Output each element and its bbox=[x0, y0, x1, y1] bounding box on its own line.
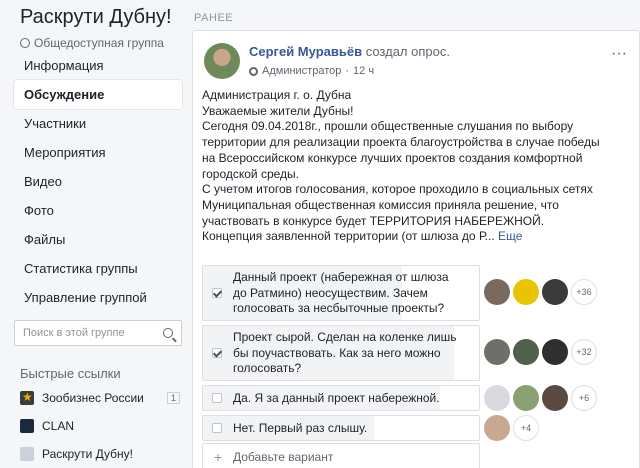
post-line: на Всероссийском конкурсе лучших проекто… bbox=[202, 150, 583, 165]
voter-avatar bbox=[484, 385, 510, 411]
more-voters-count[interactable]: +4 bbox=[513, 415, 539, 441]
poll-option-box[interactable]: Да. Я за данный проект набережной. bbox=[202, 385, 480, 411]
nav-item-videos[interactable]: Видео bbox=[14, 167, 182, 196]
group-search-input[interactable]: Поиск в этой группе bbox=[14, 320, 182, 346]
more-voters-count[interactable]: +36 bbox=[571, 279, 597, 305]
poll-option-text: голосовать? bbox=[233, 361, 302, 375]
voter-avatar bbox=[484, 339, 510, 365]
post-line: Концепция заявленной территории (от шлюз… bbox=[202, 229, 632, 245]
post-line-truncated: Концепция заявленной территории (от шлюз… bbox=[202, 229, 495, 244]
left-sidebar: Раскрути Дубну! Общедоступная группа Инф… bbox=[0, 0, 188, 468]
poll-post: Сергей Муравьёв создал опрос. Администра… bbox=[192, 30, 640, 468]
group-title[interactable]: Раскрути Дубну! bbox=[20, 6, 172, 29]
nav-item-events[interactable]: Мероприятия bbox=[14, 138, 182, 167]
add-poll-option-input[interactable]: + Добавьте вариант bbox=[202, 443, 480, 468]
quick-link-clan[interactable]: CLAN bbox=[20, 416, 180, 436]
nav-item-discussion[interactable]: Обсуждение bbox=[14, 80, 182, 109]
group-avatar-icon bbox=[20, 419, 34, 433]
voter-avatar bbox=[484, 415, 510, 441]
notification-badge: 1 bbox=[166, 392, 180, 404]
nav-item-members[interactable]: Участники bbox=[14, 109, 182, 138]
poll-option-text: Данный проект (набережная от шлюза bbox=[233, 270, 449, 284]
poll-option-label: Да. Я за данный проект набережной. bbox=[233, 391, 440, 407]
poll-option-text: бы поучаствовать. Как за него можно bbox=[233, 345, 441, 360]
group-privacy: Общедоступная группа bbox=[20, 36, 164, 50]
post-line: участвовать в конкурсе будет ТЕРРИТОРИЯ … bbox=[202, 213, 545, 228]
author-name[interactable]: Сергей Муравьёв bbox=[249, 44, 362, 59]
post-time[interactable]: 12 ч bbox=[353, 65, 374, 77]
post-action: создал опрос. bbox=[365, 44, 450, 59]
poll-option-text: Проект сырой. Сделан на коленке лишь bbox=[233, 330, 457, 344]
post-line: Муниципальная общественная комиссия прин… bbox=[202, 197, 559, 212]
voter-avatar bbox=[542, 339, 568, 365]
voter-avatar bbox=[513, 279, 539, 305]
quick-link-zoobiznes[interactable]: ★ Зообизнес России 1 bbox=[20, 388, 180, 408]
poll-option-box[interactable]: Проект сырой. Сделан на коленке лишь бы … bbox=[202, 325, 480, 381]
nav-item-info[interactable]: Информация bbox=[14, 51, 182, 80]
poll-option-text: Да. Я за данный проект набережной. bbox=[233, 391, 440, 405]
voter-avatar bbox=[484, 279, 510, 305]
poll-option-label: Нет. Первый раз слышу. bbox=[233, 421, 367, 437]
voter-avatar bbox=[542, 279, 568, 305]
voter-avatar bbox=[542, 385, 568, 411]
poll-option-text: голосовать за несбыточные проекты? bbox=[233, 301, 445, 315]
post-header: Сергей Муравьёв создал опрос. bbox=[249, 44, 450, 59]
post-line: территории для реализации проекта благоу… bbox=[202, 135, 600, 150]
more-options-icon[interactable]: ··· bbox=[611, 45, 627, 63]
post-line: Уважаемые жители Дубны! bbox=[202, 103, 354, 118]
group-privacy-label: Общедоступная группа bbox=[34, 36, 164, 50]
quick-link-label: Зообизнес России bbox=[42, 391, 144, 405]
nav-item-manage[interactable]: Управление группой bbox=[14, 283, 182, 312]
search-icon[interactable] bbox=[163, 328, 173, 338]
globe-icon bbox=[20, 38, 30, 48]
separator-dot: · bbox=[345, 65, 350, 77]
more-voters-count[interactable]: +32 bbox=[571, 339, 597, 365]
more-voters-count[interactable]: +6 bbox=[571, 385, 597, 411]
nav-item-files[interactable]: Файлы bbox=[14, 225, 182, 254]
author-role: Администратор bbox=[262, 65, 342, 77]
star-icon: ★ bbox=[20, 390, 34, 405]
admin-badge-icon bbox=[249, 66, 258, 76]
post-line: городской среды. bbox=[202, 166, 300, 181]
quick-link-label: Раскрути Дубну! bbox=[42, 447, 133, 461]
feed-section-label: РАНЕЕ bbox=[194, 12, 234, 24]
post-line: Сегодня 09.04.2018г., прошли общественны… bbox=[202, 119, 574, 134]
poll-checkbox[interactable] bbox=[212, 348, 222, 358]
poll-option-box[interactable]: Данный проект (набережная от шлюза до Ра… bbox=[202, 265, 480, 321]
see-more-link[interactable]: Еще bbox=[498, 229, 522, 243]
post-meta: Администратор · 12 ч bbox=[249, 65, 374, 77]
poll-option-label: Данный проект (набережная от шлюза до Ра… bbox=[233, 270, 449, 317]
poll-option-text: до Ратмино) неосуществим. Зачем bbox=[233, 285, 428, 300]
voter-avatar bbox=[513, 385, 539, 411]
plus-icon: + bbox=[213, 449, 223, 465]
poll-option-box[interactable]: Нет. Первый раз слышу. bbox=[202, 415, 480, 441]
post-line: Администрация г. о. Дубна bbox=[202, 88, 352, 102]
poll-option-label: Проект сырой. Сделан на коленке лишь бы … bbox=[233, 330, 457, 377]
post-body: Администрация г. о. Дубна Уважаемые жите… bbox=[202, 88, 632, 245]
voter-avatars[interactable]: +36 bbox=[484, 279, 597, 305]
group-nav: Информация Обсуждение Участники Мероприя… bbox=[14, 51, 182, 312]
quick-links-title: Быстрые ссылки bbox=[20, 366, 121, 381]
poll-checkbox[interactable] bbox=[212, 423, 222, 433]
search-placeholder: Поиск в этой группе bbox=[23, 327, 125, 339]
voter-avatars[interactable]: +4 bbox=[484, 415, 539, 441]
add-option-placeholder: Добавьте вариант bbox=[233, 450, 334, 464]
nav-item-insights[interactable]: Статистика группы bbox=[14, 254, 182, 283]
poll-checkbox[interactable] bbox=[212, 288, 222, 298]
voter-avatars[interactable]: +32 bbox=[484, 339, 597, 365]
quick-link-raskruti[interactable]: Раскрути Дубну! bbox=[20, 444, 180, 464]
poll-checkbox[interactable] bbox=[212, 393, 222, 403]
nav-item-photos[interactable]: Фото bbox=[14, 196, 182, 225]
author-avatar[interactable] bbox=[204, 43, 240, 79]
post-line: С учетом итогов голосования, которое про… bbox=[202, 182, 593, 197]
group-avatar-icon bbox=[20, 447, 34, 461]
quick-link-label: CLAN bbox=[42, 419, 75, 433]
voter-avatars[interactable]: +6 bbox=[484, 385, 597, 411]
poll-option-text: Нет. Первый раз слышу. bbox=[233, 421, 368, 435]
voter-avatar bbox=[513, 339, 539, 365]
